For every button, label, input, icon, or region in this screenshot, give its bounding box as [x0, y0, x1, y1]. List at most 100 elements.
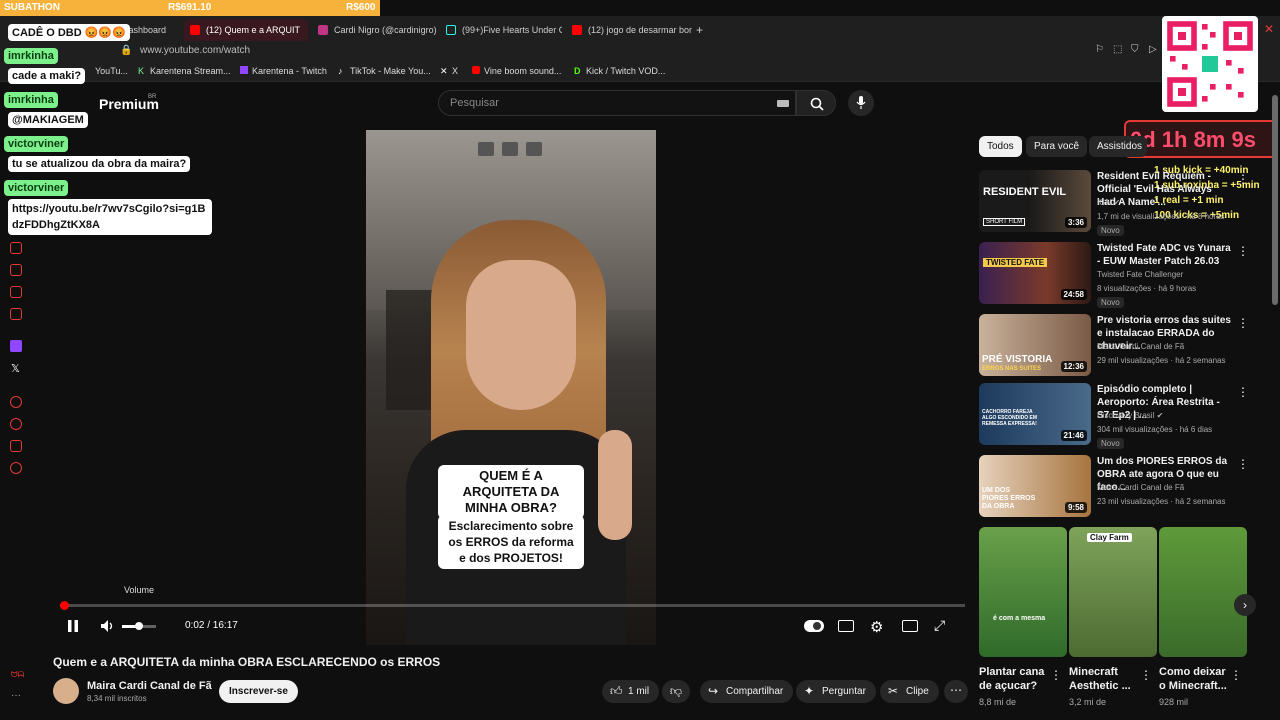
rail-lock-icon[interactable] — [10, 264, 22, 276]
recommendation-title[interactable]: Twisted Fate ADC vs Yunara - EUW Master … — [1097, 242, 1233, 268]
subscribe-button[interactable]: Inscrever-se — [219, 680, 298, 703]
cast-icon[interactable] — [502, 142, 518, 156]
bookmark-karentena-stream[interactable]: K Karentena Stream... — [138, 66, 231, 76]
short-title[interactable]: Plantar cana de açucar? — [979, 665, 1045, 693]
send-icon[interactable]: ▷ — [1149, 44, 1157, 55]
tab-instagram[interactable]: Cardi Nigro (@cardinigro) — [312, 19, 440, 41]
rail-more-icon[interactable]: ··· — [11, 690, 21, 701]
share-button[interactable]: ↪ Compartilhar — [700, 680, 794, 703]
lock-icon: 🔒 — [120, 45, 133, 56]
url-field[interactable]: www.youtube.com/watch — [140, 45, 250, 56]
theater-mode-icon[interactable] — [902, 620, 918, 632]
video-thumbnail[interactable]: TWISTED FATE 24:58 — [979, 242, 1091, 304]
autoplay-toggle[interactable] — [804, 620, 824, 632]
recommendation-channel[interactable]: Twisted Fate Challenger — [1097, 270, 1183, 279]
bookmark-karentena-twitch[interactable]: Karentena - Twitch — [240, 66, 327, 76]
progress-bar[interactable] — [60, 601, 965, 610]
short-title[interactable]: Como deixar o Minecraft... — [1159, 665, 1229, 693]
short-thumbnail[interactable]: Clay Farm — [1069, 527, 1157, 657]
subtitles-icon[interactable] — [838, 620, 854, 632]
recommendation-channel[interactable]: Maira Cardi Canal de Fã — [1097, 483, 1184, 492]
pause-icon[interactable] — [67, 619, 79, 633]
chip-for-you[interactable]: Para você — [1026, 136, 1088, 157]
chat-username[interactable]: victorviner — [4, 180, 69, 196]
close-icon[interactable]: ✕ — [1264, 22, 1274, 36]
bookmark-star-icon[interactable]: ⚐ — [1095, 44, 1104, 55]
chip-all[interactable]: Todos — [979, 136, 1022, 157]
channel-name[interactable]: Maira Cardi Canal de Fã — [87, 680, 212, 692]
tab-youtube-active[interactable]: (12) Quem e a ARQUIT — [184, 19, 308, 41]
short-thumbnail[interactable] — [1159, 527, 1247, 657]
rail-mail-icon[interactable] — [10, 308, 22, 320]
recommendation-channel[interactable]: IGN ✔ — [1097, 198, 1120, 207]
recommendation-item[interactable]: PRÉ VISTORIA ERROS NAS SUITES 12:36 Pre … — [979, 314, 1259, 376]
bookmark-tiktok[interactable]: ♪ TikTok - Make You... — [338, 66, 431, 76]
channel-avatar[interactable] — [53, 678, 79, 704]
ask-button[interactable]: ✦ Perguntar — [796, 680, 876, 703]
video-thumbnail[interactable]: PRÉ VISTORIA ERROS NAS SUITES 12:36 — [979, 314, 1091, 376]
miniplayer-icon[interactable] — [478, 142, 494, 156]
short-thumbnail[interactable]: é com a mesma — [979, 527, 1067, 657]
new-tab-button[interactable]: + — [690, 19, 710, 41]
rail-circle-icon[interactable] — [10, 242, 22, 254]
bookmark-kick-vod[interactable]: D Kick / Twitch VOD... — [574, 66, 665, 76]
rail-clock-icon[interactable] — [10, 418, 22, 430]
rail-twitch-icon[interactable] — [10, 340, 22, 352]
chat-username[interactable]: imrkinha — [4, 48, 58, 64]
recommendation-channel[interactable]: Maira Cardi Canal de Fã — [1097, 342, 1184, 351]
share-icon: ↪ — [708, 684, 719, 698]
video-thumbnail[interactable]: CACHORRO FAREJA ALGO ESCONDIDO EM REMESS… — [979, 383, 1091, 445]
volume-handle[interactable] — [135, 622, 143, 630]
shorts-next-button[interactable]: › — [1234, 594, 1256, 616]
video-frame[interactable]: QUEM É A ARQUITETA DA MINHA OBRA? Esclar… — [366, 130, 656, 645]
rail-play-icon[interactable] — [10, 396, 22, 408]
shield-icon[interactable]: ⛉ — [1131, 44, 1139, 55]
page-scrollbar[interactable] — [1272, 95, 1278, 305]
rail-chat-icon[interactable] — [10, 440, 22, 452]
chat-username[interactable]: victorviner — [4, 136, 69, 152]
next-icon[interactable] — [526, 142, 542, 156]
more-options-icon[interactable]: ⋮ — [1050, 668, 1062, 682]
screenshot-icon[interactable]: ⬚ — [1113, 44, 1122, 55]
dislike-button[interactable]: 👎︎ — [662, 680, 690, 703]
more-options-icon[interactable]: ⋮ — [1230, 668, 1242, 682]
video-thumbnail[interactable]: RESIDENT EVIL SHORT FILM 3:36 — [979, 170, 1091, 232]
more-options-icon[interactable]: ⋮ — [1237, 172, 1249, 186]
recommendation-item[interactable]: CACHORRO FAREJA ALGO ESCONDIDO EM REMESS… — [979, 383, 1259, 449]
more-options-icon[interactable]: ⋮ — [1237, 385, 1249, 399]
more-options-icon[interactable]: ⋮ — [1237, 316, 1249, 330]
recommendation-channel[interactable]: Discovery Brasil ✔ — [1097, 411, 1163, 420]
chip-watched[interactable]: Assistidos — [1089, 136, 1147, 157]
more-options-icon[interactable]: ⋮ — [1237, 457, 1249, 471]
keyboard-icon[interactable] — [777, 100, 789, 107]
more-options-icon[interactable]: ⋮ — [1140, 668, 1152, 682]
fullscreen-icon[interactable]: ⤢ — [934, 617, 945, 634]
recommendation-item[interactable]: UM DOS PIORES ERROS DA OBRA 9:58 Um dos … — [979, 455, 1259, 517]
tab-tiktok[interactable]: (99+)Five Hearts Under O — [440, 19, 562, 41]
search-box[interactable]: Pesquisar — [438, 90, 796, 116]
rail-settings-icon[interactable] — [10, 462, 22, 474]
more-options-icon[interactable]: ⋮ — [1237, 244, 1249, 258]
volume-icon[interactable] — [100, 619, 116, 633]
volume-slider[interactable] — [122, 622, 156, 630]
thumb-text: SHORT FILM — [983, 218, 1026, 226]
like-button[interactable]: 👍︎ 1 mil — [602, 680, 660, 703]
voice-search-button[interactable] — [848, 90, 874, 116]
chat-username[interactable]: imrkinha — [4, 92, 58, 108]
bookmark-vine-boom[interactable]: Vine boom sound... — [472, 66, 561, 76]
video-thumbnail[interactable]: UM DOS PIORES ERROS DA OBRA 9:58 — [979, 455, 1091, 517]
recommendation-item[interactable]: RESIDENT EVIL SHORT FILM 3:36 Resident E… — [979, 170, 1259, 236]
progress-scrubber[interactable] — [60, 601, 69, 610]
more-actions-button[interactable]: ⋯ — [944, 680, 968, 703]
search-input[interactable]: Pesquisar — [450, 97, 499, 109]
tab-youtube-game[interactable]: (12) jogo de desarmar bom — [566, 19, 692, 41]
bookmark-x[interactable]: ✕ X — [440, 66, 458, 76]
recommendation-item[interactable]: TWISTED FATE 24:58 Twisted Fate ADC vs Y… — [979, 242, 1259, 308]
search-button[interactable] — [796, 90, 836, 116]
rail-x-icon[interactable]: 𝕏 — [11, 362, 20, 375]
settings-icon[interactable]: ⚙ — [870, 618, 883, 636]
short-title[interactable]: Minecraft Aesthetic ... — [1069, 665, 1135, 693]
rail-instagram-icon[interactable] — [10, 286, 22, 298]
bookmark-youtube[interactable]: YouTu... — [95, 66, 128, 76]
clip-button[interactable]: ✂ Clipe — [880, 680, 939, 703]
